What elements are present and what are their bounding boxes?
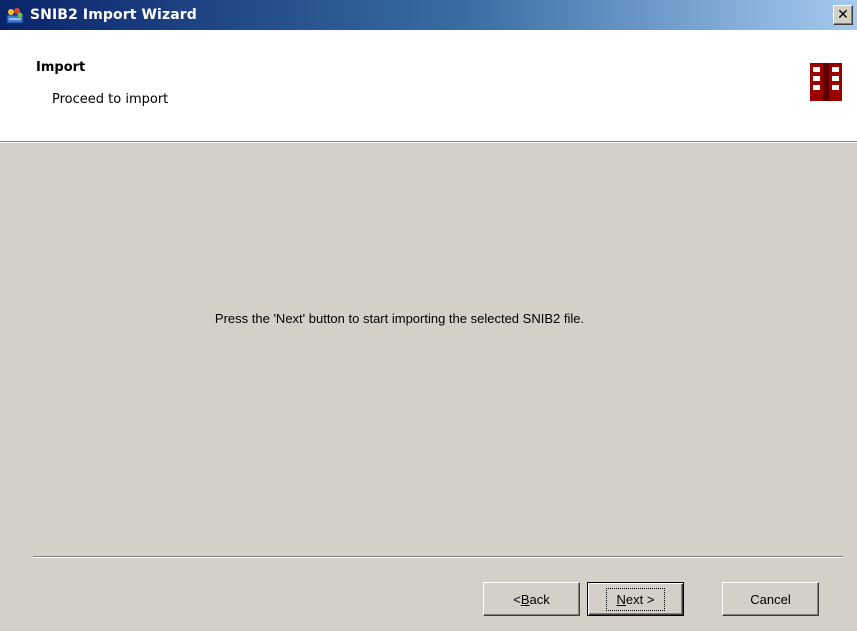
- title-bar[interactable]: SNIB2 Import Wizard ✕: [0, 0, 857, 30]
- back-button-prefix: <: [513, 591, 521, 607]
- cancel-button[interactable]: Cancel: [722, 582, 819, 616]
- close-icon: ✕: [837, 7, 849, 23]
- next-button-rest: ext >: [625, 591, 655, 607]
- next-button-focus: Next >: [605, 587, 666, 611]
- building-logo-icon: [810, 63, 842, 101]
- page-title: Import: [36, 60, 86, 75]
- header-divider: [0, 141, 857, 143]
- close-button[interactable]: ✕: [833, 5, 853, 25]
- wizard-app-icon: [6, 8, 24, 24]
- footer-divider: [33, 556, 843, 558]
- back-button-mnemonic: B: [520, 591, 530, 607]
- next-button[interactable]: Next >: [587, 582, 684, 616]
- back-button-rest: ack: [529, 591, 550, 607]
- next-button-mnemonic: N: [616, 591, 626, 607]
- window-title: SNIB2 Import Wizard: [30, 7, 197, 23]
- wizard-header: Import Proceed to import: [0, 30, 857, 141]
- page-subtitle: Proceed to import: [52, 92, 169, 107]
- back-button[interactable]: < Back: [483, 582, 580, 616]
- instruction-text: Press the 'Next' button to start importi…: [214, 311, 585, 326]
